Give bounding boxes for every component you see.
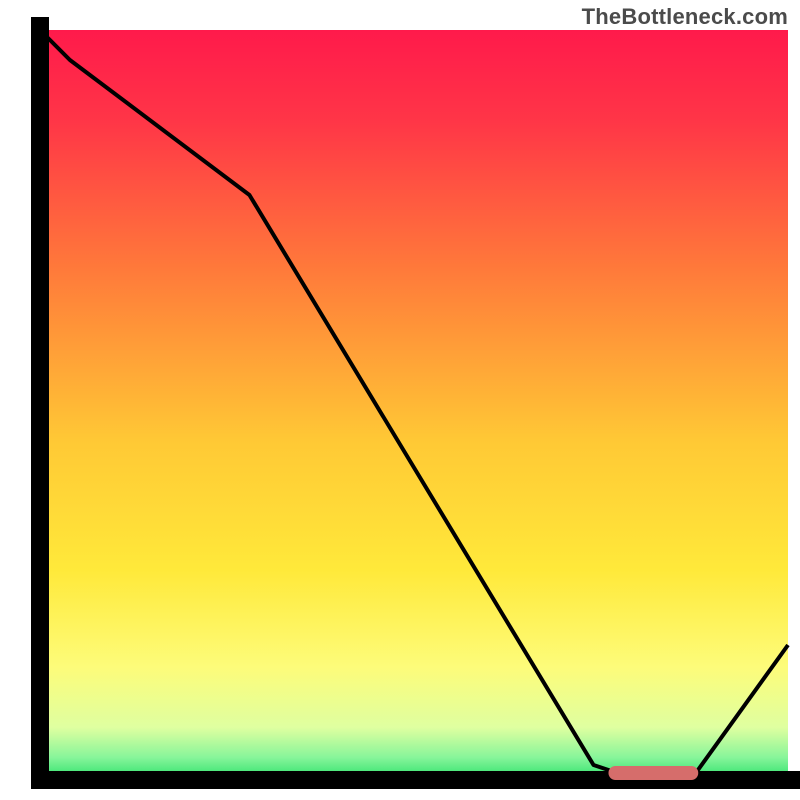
chart-container: TheBottleneck.com [0,0,800,800]
bottleneck-chart [0,0,800,800]
watermark-text: TheBottleneck.com [582,4,788,30]
optimum-marker [608,766,698,780]
plot-background [40,30,788,780]
